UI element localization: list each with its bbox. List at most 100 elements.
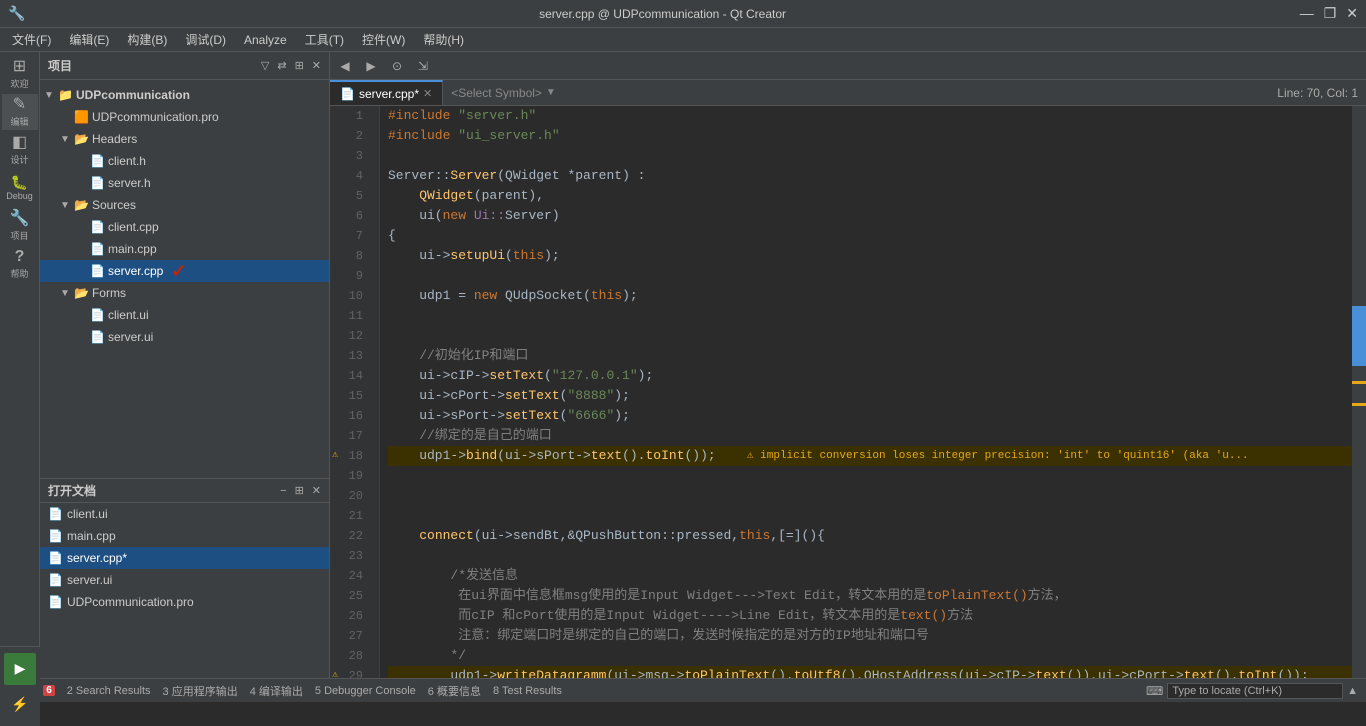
line-18: ⚠18 — [330, 446, 371, 466]
tree-item-label: server.ui — [108, 330, 153, 344]
code-content[interactable]: #include "server.h" #include "ui_server.… — [380, 106, 1352, 678]
window-controls[interactable]: — ❐ ✕ — [1300, 5, 1358, 22]
tree-item-pro[interactable]: 🟧 UDPcommunication.pro — [40, 106, 329, 128]
menu-help[interactable]: 帮助(H) — [415, 29, 472, 50]
debug-run-button[interactable]: ⚡ — [4, 689, 36, 721]
tree-item-client-cpp[interactable]: 📄 client.cpp — [40, 216, 329, 238]
docs-close-icon[interactable]: ✕ — [312, 484, 321, 497]
code-line-9 — [388, 266, 1352, 286]
sidebar-label-debug: Debug — [6, 191, 33, 201]
tree-item-server-ui[interactable]: 📄 server.ui — [40, 326, 329, 348]
menu-edit[interactable]: 编辑(E) — [61, 29, 117, 50]
warning-icon-18: ⚠ — [332, 446, 338, 466]
nav-expand-btn[interactable]: ⇲ — [412, 55, 434, 77]
titlebar: 🔧 server.cpp @ UDPcommunication - Qt Cre… — [0, 0, 1366, 28]
sidebar-item-debug[interactable]: 🐛 Debug — [2, 170, 38, 206]
menu-file[interactable]: 文件(F) — [4, 29, 59, 50]
code-line-1: #include "server.h" — [388, 106, 1352, 126]
status-compile[interactable]: 4 编译输出 — [250, 683, 303, 699]
symbol-dropdown-icon[interactable]: ▼ — [546, 87, 556, 98]
doc-item-pro[interactable]: 📄 UDPcommunication.pro — [40, 591, 329, 613]
run-button[interactable]: ▶ — [4, 653, 36, 685]
status-output[interactable]: 3 应用程序输出 — [163, 683, 238, 699]
code-line-5: QWidget(parent), — [388, 186, 1352, 206]
menu-widgets[interactable]: 控件(W) — [354, 29, 413, 50]
nav-sync-btn[interactable]: ⊙ — [386, 55, 408, 77]
maximize-button[interactable]: ❐ — [1324, 5, 1337, 22]
doc-item-server-ui[interactable]: 📄 server.ui — [40, 569, 329, 591]
close-button[interactable]: ✕ — [1346, 5, 1358, 22]
menu-tools[interactable]: 工具(T) — [297, 29, 352, 50]
doc-name: UDPcommunication.pro — [67, 595, 194, 609]
sidebar-item-design[interactable]: ◧ 设计 — [2, 132, 38, 168]
docs-expand-icon[interactable]: ⊞ — [295, 484, 304, 497]
project-expand-icon[interactable]: ⊞ — [295, 59, 304, 72]
folder-icon-s: 📂 — [74, 198, 89, 212]
sidebar-item-edit[interactable]: ✎ 编辑 — [2, 94, 38, 130]
code-line-28: */ — [388, 646, 1352, 666]
menu-build[interactable]: 构建(B) — [119, 29, 175, 50]
window-title: server.cpp @ UDPcommunication - Qt Creat… — [25, 7, 1299, 21]
code-line-18: udp1->bind(ui->sPort->text().toInt()); ⚠… — [388, 446, 1352, 466]
code-line-10: udp1 = new QUdpSocket(this); — [388, 286, 1352, 306]
status-test[interactable]: 8 Test Results — [493, 685, 562, 697]
code-line-26: 而cIP 和cPort使用的是Input Widget---->Line Edi… — [388, 606, 1352, 626]
tree-folder-forms[interactable]: ▼ 📂 Forms — [40, 282, 329, 304]
status-arrow-up[interactable]: ▲ — [1347, 685, 1358, 697]
file-tab-server-cpp[interactable]: 📄 server.cpp* ✕ — [330, 80, 443, 105]
tree-item-label: Forms — [92, 286, 126, 300]
tree-item-client-ui[interactable]: 📄 client.ui — [40, 304, 329, 326]
doc-item-main-cpp[interactable]: 📄 main.cpp — [40, 525, 329, 547]
code-line-29: udp1->writeDatagramm(ui->msg->toPlainTex… — [388, 666, 1352, 678]
code-line-3 — [388, 146, 1352, 166]
tree-item-main-cpp[interactable]: 📄 main.cpp — [40, 238, 329, 260]
sidebar-item-welcome[interactable]: ⊞ 欢迎 — [2, 56, 38, 92]
doc-name: main.cpp — [67, 529, 116, 543]
tab-close-btn[interactable]: ✕ — [423, 87, 432, 100]
tree-item-server-h[interactable]: 📄 server.h — [40, 172, 329, 194]
scroll-thumb[interactable] — [1352, 306, 1366, 366]
window-icon: 🔧 — [8, 5, 25, 22]
project-sync-icon[interactable]: ⇄ — [277, 59, 286, 72]
status-debugger[interactable]: 5 Debugger Console — [315, 685, 416, 697]
statusbar: 1 问题 6 2 Search Results 3 应用程序输出 4 编译输出 … — [0, 678, 1366, 702]
status-search[interactable]: 2 Search Results — [67, 685, 151, 697]
line-28: 28 — [330, 646, 371, 666]
project-filter-icon[interactable]: ▽ — [261, 59, 269, 72]
editor-scrollbar[interactable] — [1352, 106, 1366, 678]
line-16: 16 — [330, 406, 371, 426]
warning-icon-29: ⚠ — [332, 666, 338, 678]
nav-back-btn[interactable]: ◀ — [334, 55, 356, 77]
tree-item-server-cpp[interactable]: 📄 server.cpp ✓ — [40, 260, 329, 282]
arrow-icon: ▼ — [44, 90, 58, 101]
code-editor[interactable]: 1 2 3 4 5 6 7 8 9 10 11 12 13 14 15 16 1… — [330, 106, 1366, 678]
status-compile-label: 4 编译输出 — [250, 683, 303, 699]
minimize-button[interactable]: — — [1300, 5, 1314, 22]
code-line-7: { — [388, 226, 1352, 246]
project-tree: ▼ 📁 UDPcommunication 🟧 UDPcommunication.… — [40, 80, 329, 478]
tree-folder-headers[interactable]: ▼ 📂 Headers — [40, 128, 329, 150]
line-5: 5 — [330, 186, 371, 206]
file-icon-ui1: 📄 — [90, 308, 105, 322]
menu-debug[interactable]: 调试(D) — [177, 29, 234, 50]
project-close-icon[interactable]: ✕ — [312, 59, 321, 72]
sidebar-item-projects[interactable]: 🔧 项目 — [2, 208, 38, 244]
code-line-24: ▼ /*发送信息 — [388, 566, 1352, 586]
docs-minimize-icon[interactable]: − — [280, 485, 286, 497]
tree-item-label: client.ui — [108, 308, 149, 322]
status-summary[interactable]: 6 概要信息 — [428, 683, 481, 699]
line-29: ⚠29 — [330, 666, 371, 678]
sidebar-item-help[interactable]: ? 帮助 — [2, 246, 38, 282]
code-line-11 — [388, 306, 1352, 326]
tree-folder-sources[interactable]: ▼ 📂 Sources — [40, 194, 329, 216]
tree-project-root[interactable]: ▼ 📁 UDPcommunication — [40, 84, 329, 106]
tree-item-client-h[interactable]: 📄 client.h — [40, 150, 329, 172]
symbol-selector[interactable]: <Select Symbol> ▼ — [443, 80, 1277, 105]
nav-forward-btn[interactable]: ▶ — [360, 55, 382, 77]
doc-item-client-ui[interactable]: 📄 client.ui — [40, 503, 329, 525]
status-locate-input[interactable]: Type to locate (Ctrl+K) — [1167, 683, 1343, 699]
line-8: 8 — [330, 246, 371, 266]
doc-item-server-cpp[interactable]: 📄 server.cpp* — [40, 547, 329, 569]
menu-analyze[interactable]: Analyze — [236, 31, 295, 49]
sidebar-label-help: 帮助 — [10, 267, 28, 280]
